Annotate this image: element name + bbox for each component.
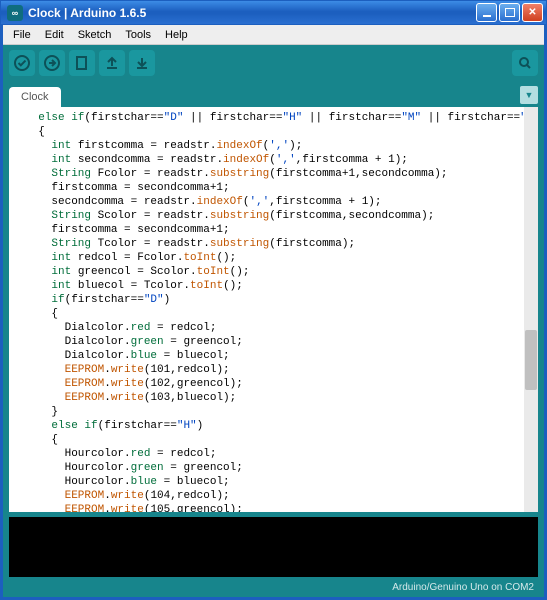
- serial-monitor-button[interactable]: [512, 50, 538, 76]
- menu-sketch[interactable]: Sketch: [72, 27, 118, 43]
- save-button[interactable]: [129, 50, 155, 76]
- menubar: File Edit Sketch Tools Help: [3, 25, 544, 45]
- editor-area: else if(firstchar=="D" || firstchar=="H"…: [9, 107, 538, 512]
- board-port-label: Arduino/Genuino Uno on COM2: [392, 582, 534, 593]
- tab-bar: Clock ▼: [3, 81, 544, 107]
- open-button[interactable]: [99, 50, 125, 76]
- maximize-button[interactable]: [499, 3, 520, 22]
- window-controls: [476, 3, 543, 22]
- scroll-thumb[interactable]: [525, 330, 537, 390]
- new-button[interactable]: [69, 50, 95, 76]
- upload-button[interactable]: [39, 50, 65, 76]
- menu-file[interactable]: File: [7, 27, 37, 43]
- minimize-button[interactable]: [476, 3, 497, 22]
- window-title: Clock | Arduino 1.6.5: [28, 6, 476, 20]
- menu-edit[interactable]: Edit: [39, 27, 70, 43]
- verify-button[interactable]: [9, 50, 35, 76]
- code-editor[interactable]: else if(firstchar=="D" || firstchar=="H"…: [9, 107, 524, 512]
- tab-menu-button[interactable]: ▼: [520, 86, 538, 104]
- tab-clock[interactable]: Clock: [9, 87, 61, 107]
- vertical-scrollbar[interactable]: [524, 107, 538, 512]
- menu-tools[interactable]: Tools: [119, 27, 157, 43]
- toolbar: [3, 45, 544, 81]
- app-icon: ∞: [7, 5, 23, 21]
- menu-help[interactable]: Help: [159, 27, 194, 43]
- status-bar: Arduino/Genuino Uno on COM2: [3, 577, 544, 597]
- output-console[interactable]: [9, 517, 538, 577]
- titlebar[interactable]: ∞ Clock | Arduino 1.6.5: [0, 0, 547, 25]
- close-button[interactable]: [522, 3, 543, 22]
